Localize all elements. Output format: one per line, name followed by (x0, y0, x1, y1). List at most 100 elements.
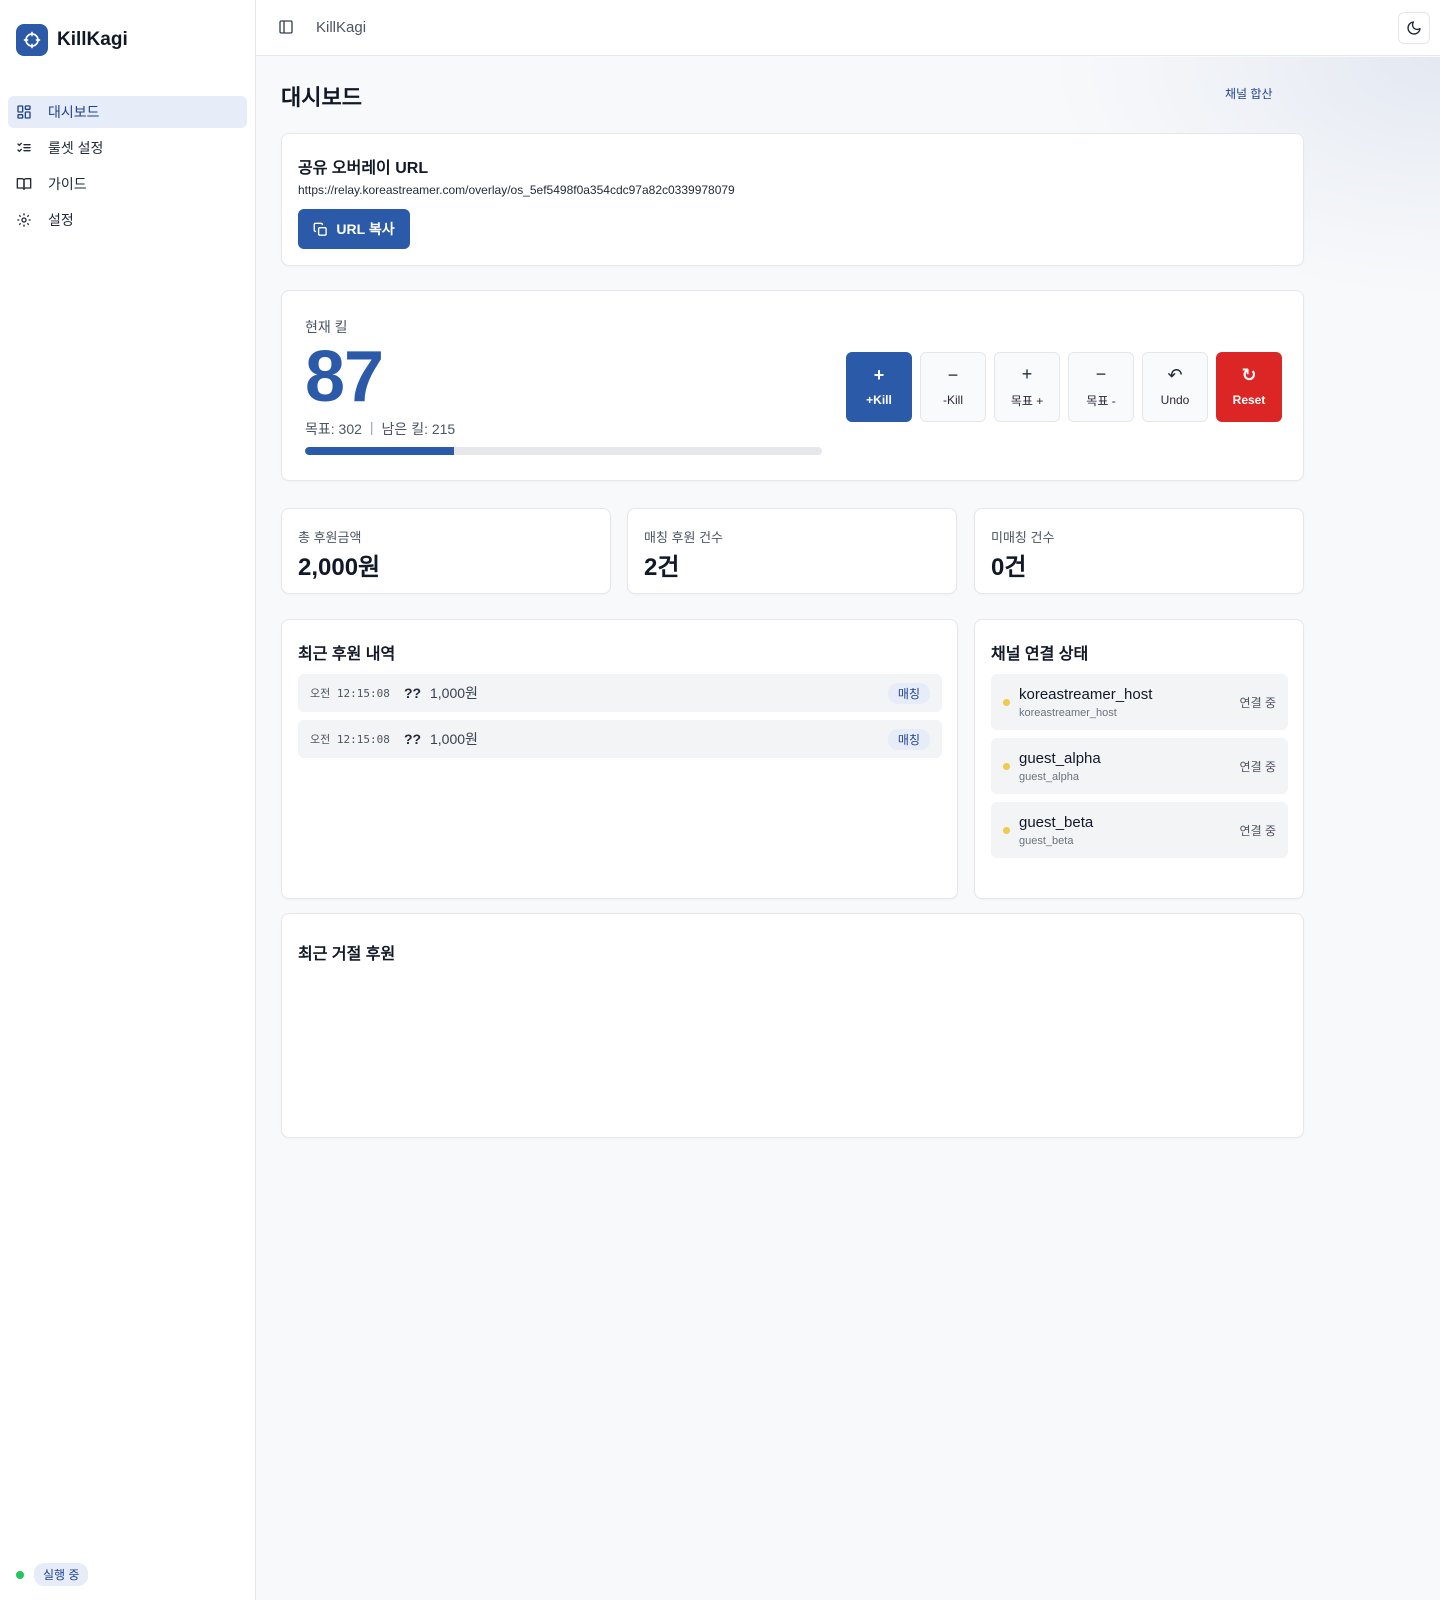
button-label: +Kill (866, 393, 892, 407)
button-label: Undo (1160, 393, 1190, 407)
sidebar-toggle-icon[interactable] (278, 19, 294, 40)
goal-text: 목표: 302 (305, 421, 362, 437)
reset-button[interactable]: ↻ Reset (1216, 352, 1282, 422)
sidebar-item-label: 설정 (48, 212, 74, 228)
copy-url-button[interactable]: URL 복사 (298, 209, 410, 249)
plus-icon: + (1021, 363, 1033, 384)
list-item: guest_alpha guest_alpha 연결 중 (991, 738, 1288, 794)
connection-state: 연결 중 (1239, 759, 1276, 774)
card-title: 최근 후원 내역 (298, 646, 396, 663)
status-badge: 매칭 (887, 682, 930, 704)
sidebar-item-label: 룰셋 설정 (48, 140, 104, 156)
channel-names: guest_alpha guest_alpha (1019, 750, 1240, 783)
sidebar-item-label: 대시보드 (48, 104, 100, 120)
stat-total-donations: 총 후원금액 2,000원 (281, 508, 611, 594)
list-item: 오전 12:15:08 ?? 1,000원 매칭 (298, 720, 942, 758)
donor-name: ?? (404, 685, 422, 701)
moon-icon (1407, 21, 1421, 35)
kill-count: 87 (305, 337, 384, 417)
channel-name: koreastreamer_host (1019, 685, 1153, 703)
button-label: 목표 - (1086, 393, 1116, 408)
channel-id: guest_beta (1019, 834, 1074, 847)
button-label: -Kill (943, 393, 963, 407)
channel-name: guest_alpha (1019, 749, 1101, 767)
stat-value: 2건 (644, 554, 680, 581)
button-label: Reset (1232, 393, 1266, 407)
donation-list: 오전 12:15:08 ?? 1,000원 매칭 오전 12:15:08 ?? … (298, 674, 942, 766)
copy-icon (313, 222, 328, 236)
list-item: 오전 12:15:08 ?? 1,000원 매칭 (298, 674, 942, 712)
card-title: 공유 오버레이 URL (298, 160, 429, 177)
page-title: 대시보드 (281, 85, 362, 110)
plus-icon: + (873, 365, 885, 385)
meta-separator: | (369, 419, 374, 435)
stat-value: 0건 (991, 554, 1027, 581)
main-content: 대시보드 채널 합산 공유 오버레이 URL https://relay.kor… (257, 57, 1440, 1600)
list-item: koreastreamer_host koreastreamer_host 연결… (991, 674, 1288, 730)
minus-icon: − (947, 365, 959, 385)
channel-list: koreastreamer_host koreastreamer_host 연결… (991, 674, 1288, 866)
sidebar-item-ruleset[interactable]: 룰셋 설정 (8, 132, 247, 164)
channel-sum-link[interactable]: 채널 합산 (1225, 85, 1273, 102)
donation-time: 오전 12:15:08 (310, 733, 390, 746)
kill-progress-fill (305, 447, 454, 455)
sidebar-item-label: 가이드 (48, 176, 87, 192)
undo-button[interactable]: ↶ Undo (1142, 352, 1208, 422)
rejected-donations-card: 최근 거절 후원 (281, 913, 1304, 1138)
sidebar-item-settings[interactable]: 설정 (8, 204, 247, 236)
connection-state: 연결 중 (1239, 695, 1276, 710)
channel-status-card: 채널 연결 상태 koreastreamer_host koreastreame… (974, 619, 1304, 899)
overlay-url-card: 공유 오버레이 URL https://relay.koreastreamer.… (281, 133, 1304, 266)
card-title: 최근 거절 후원 (298, 946, 396, 963)
button-label: 목표 + (1010, 393, 1044, 408)
list-item: guest_beta guest_beta 연결 중 (991, 802, 1288, 858)
channel-id: koreastreamer_host (1019, 706, 1117, 719)
donation-amount: 1,000원 (430, 731, 478, 747)
kill-label: 현재 킬 (305, 319, 348, 335)
stat-matched-count: 매칭 후원 건수 2건 (627, 508, 957, 594)
book-icon (16, 178, 32, 190)
donation-amount: 1,000원 (430, 685, 478, 701)
copy-url-label: URL 복사 (336, 221, 395, 237)
top-bar: KillKagi (256, 0, 1440, 56)
goal-increase-button[interactable]: + 목표 + (994, 352, 1060, 422)
stat-unmatched-count: 미매칭 건수 0건 (974, 508, 1304, 594)
kill-counter-card: 현재 킬 87 목표: 302 | 남은 킬: 215 + +Kill − -K… (281, 290, 1304, 481)
channel-name: guest_beta (1019, 813, 1094, 831)
stat-label: 총 후원금액 (298, 530, 362, 545)
channel-id: guest_alpha (1019, 770, 1079, 783)
goal-decrease-button[interactable]: − 목표 - (1068, 352, 1134, 422)
donor-name: ?? (404, 731, 422, 747)
sidebar-nav: 대시보드 룰셋 설정 가이드 설정 (8, 96, 247, 240)
app-name: KillKagi (57, 29, 128, 50)
connection-dot (1003, 698, 1010, 706)
recent-donations-card: 최근 후원 내역 오전 12:15:08 ?? 1,000원 매칭 오전 12:… (281, 619, 958, 899)
sidebar: KillKagi 대시보드 룰셋 설정 가이드 설정 실행 중 (0, 0, 256, 1600)
add-kill-button[interactable]: + +Kill (846, 352, 912, 422)
stat-label: 미매칭 건수 (991, 530, 1055, 545)
dashboard-icon (17, 105, 31, 119)
channel-names: koreastreamer_host koreastreamer_host (1019, 686, 1240, 719)
stat-label: 매칭 후원 건수 (644, 530, 723, 545)
undo-icon: ↶ (1167, 365, 1183, 385)
remove-kill-button[interactable]: − -Kill (920, 352, 986, 422)
status-badge: 매칭 (887, 728, 930, 750)
run-status: 실행 중 (16, 1563, 89, 1586)
stat-value: 2,000원 (298, 554, 381, 581)
breadcrumb: KillKagi (316, 19, 367, 36)
theme-toggle-button[interactable] (1398, 12, 1430, 44)
connection-state: 연결 중 (1239, 823, 1276, 838)
kill-meta: 목표: 302 | 남은 킬: 215 (305, 419, 455, 439)
connection-dot (1003, 826, 1010, 834)
status-badge: 실행 중 (34, 1563, 89, 1586)
brand[interactable]: KillKagi (16, 24, 128, 56)
connection-dot (1003, 762, 1010, 770)
gear-icon (17, 213, 31, 227)
sidebar-item-guide[interactable]: 가이드 (8, 168, 247, 200)
overlay-url: https://relay.koreastreamer.com/overlay/… (298, 183, 735, 197)
remaining-text: 남은 킬: 215 (381, 421, 456, 437)
list-check-icon (17, 142, 31, 153)
donation-time: 오전 12:15:08 (310, 687, 390, 700)
crosshair-logo-icon (16, 24, 48, 56)
sidebar-item-dashboard[interactable]: 대시보드 (8, 96, 247, 128)
